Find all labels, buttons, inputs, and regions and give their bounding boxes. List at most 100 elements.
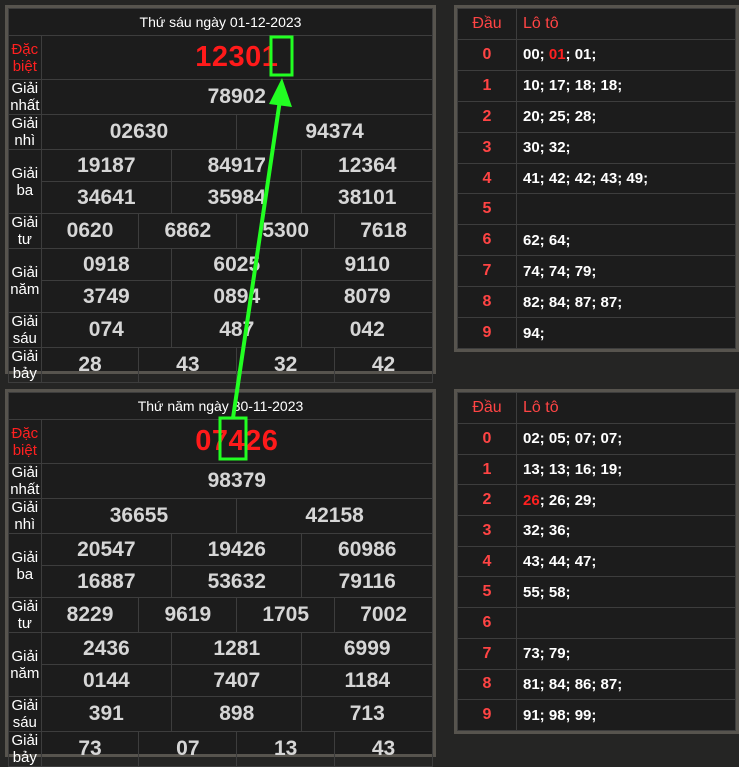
third-prize: 34641 [40, 181, 173, 214]
loto-value-text: 81; 84; 86; 87; [523, 675, 623, 693]
head-digit: 5 [457, 576, 517, 609]
loto-values: 41; 42; 42; 43; 49; [516, 162, 736, 195]
loto-table-2: Đầu Lô tô 0 02; 05; 07; 07; 1 13; 13; 16; 19;… [457, 392, 736, 731]
loto-value-text: 94; [523, 324, 545, 342]
loto-row: 5 55; 58; [457, 576, 736, 609]
head-digit: 0 [457, 39, 517, 71]
header-loto: Lô tô [516, 8, 736, 40]
head-digit: 3 [457, 131, 517, 164]
fifth-prize: 0894 [171, 280, 303, 313]
loto-values: 30; 32; [516, 131, 736, 164]
head-digit: 2 [457, 100, 517, 133]
loto-value-text: ; 01; [565, 46, 597, 64]
loto-row: 7 74; 74; 79; [457, 255, 736, 288]
fifth-prize: 3749 [40, 280, 173, 313]
head-digit: 2 [457, 484, 517, 517]
head-digit: 0 [457, 423, 517, 455]
loto-row: 0 02; 05; 07; 07; [457, 423, 736, 455]
loto-values: 13; 13; 16; 19; [516, 453, 736, 486]
seventh-prize: 42 [334, 347, 433, 383]
first-prize: 98379 [40, 463, 434, 499]
loto-row: 3 30; 32; [457, 131, 736, 164]
third-prize: 16887 [40, 565, 173, 598]
third-prize: 38101 [301, 181, 433, 214]
loto-values: 55; 58; [516, 576, 736, 609]
loto-values: 74; 74; 79; [516, 255, 736, 288]
loto-row: 6 62; 64; [457, 224, 736, 257]
third-prize: 35984 [171, 181, 303, 214]
special-prize: 12301 [40, 35, 434, 80]
loto-values: 81; 84; 86; 87; [516, 668, 736, 701]
loto-value-text: 02; 05; 07; 07; [523, 430, 623, 448]
third-prize: 19187 [40, 149, 173, 182]
loto-values [516, 607, 736, 639]
head-digit: 7 [457, 255, 517, 288]
label-seventh: Giải bảy [8, 347, 42, 383]
sixth-prize: 898 [171, 696, 303, 732]
loto-value-text: 13; 13; 16; 19; [523, 461, 623, 479]
second-prize: 42158 [236, 498, 433, 534]
loto-value-text: 20; 25; 28; [523, 108, 597, 126]
fourth-prize: 0620 [40, 213, 140, 249]
results-panel-1: Thứ sáu ngày 01-12-2023 Đặc biệt 12301 G… [5, 5, 436, 383]
third-prize: 19426 [171, 533, 303, 566]
head-digit: 3 [457, 515, 517, 547]
loto-row: 9 94; [457, 317, 736, 349]
loto-row: 1 10; 17; 18; 18; [457, 69, 736, 102]
loto-row: 7 73; 79; [457, 637, 736, 670]
special-prize: 07426 [40, 419, 434, 464]
loto-row: 5 [457, 193, 736, 226]
loto-row: 2 26; 26; 29; [457, 484, 736, 517]
loto-values: 02; 05; 07; 07; [516, 423, 736, 455]
head-digit: 8 [457, 286, 517, 319]
head-digit: 9 [457, 317, 517, 349]
loto-row: 3 32; 36; [457, 515, 736, 547]
label-fourth: Giải tư [8, 213, 42, 249]
seventh-prize: 43 [334, 731, 433, 767]
label-seventh: Giải bảy [8, 731, 42, 767]
fifth-prize: 0918 [40, 248, 173, 281]
loto-row: 2 20; 25; 28; [457, 100, 736, 133]
fifth-prize: 6025 [171, 248, 303, 281]
loto-row: 9 91; 98; 99; [457, 699, 736, 731]
third-prize: 60986 [301, 533, 433, 566]
fifth-prize: 2436 [40, 632, 173, 665]
loto-value-text: ; 26; 29; [539, 491, 597, 509]
label-sixth: Giải sáu [8, 696, 42, 732]
loto-values: 00; 01; 01; [516, 39, 736, 71]
loto-value-text: 82; 84; 87; 87; [523, 293, 623, 311]
loto-values: 32; 36; [516, 515, 736, 547]
loto-row: 4 43; 44; 47; [457, 545, 736, 578]
second-prize: 94374 [236, 114, 433, 150]
head-digit: 7 [457, 637, 517, 670]
fifth-prize: 7407 [171, 664, 303, 697]
highlighted-value: 01 [548, 46, 566, 64]
head-digit: 6 [457, 224, 517, 257]
fourth-prize: 7618 [334, 213, 433, 249]
label-first: Giải nhất [8, 79, 42, 115]
results-table-1: Thứ sáu ngày 01-12-2023 Đặc biệt 12301 G… [8, 8, 434, 383]
loto-values: 82; 84; 87; 87; [516, 286, 736, 319]
loto-value-text: 30; 32; [523, 139, 571, 157]
fourth-prize: 9619 [138, 597, 238, 633]
label-second: Giải nhì [8, 114, 42, 150]
loto-value-text: 43; 44; 47; [523, 553, 597, 571]
label-sixth: Giải sáu [8, 312, 42, 348]
loto-row: 0 00; 01; 01; [457, 39, 736, 71]
third-prize: 53632 [171, 565, 303, 598]
loto-panel-1: Đầu Lô tô 0 00; 01; 01; 1 10; 17; 18; 18; 2 20;… [454, 5, 739, 352]
header-dau: Đầu [457, 392, 517, 424]
loto-value-text: 00; [523, 46, 549, 64]
header-dau: Đầu [457, 8, 517, 40]
second-prize: 36655 [40, 498, 238, 534]
head-digit: 1 [457, 453, 517, 486]
label-fourth: Giải tư [8, 597, 42, 633]
loto-value-text: 32; 36; [523, 522, 571, 540]
loto-value-text: 41; 42; 42; 43; 49; [523, 170, 649, 187]
head-digit: 1 [457, 69, 517, 102]
fourth-prize: 5300 [236, 213, 336, 249]
loto-value-text: 62; 64; [523, 231, 571, 249]
loto-row: 8 81; 84; 86; 87; [457, 668, 736, 701]
head-digit: 5 [457, 193, 517, 226]
label-third: Giải ba [8, 149, 42, 214]
